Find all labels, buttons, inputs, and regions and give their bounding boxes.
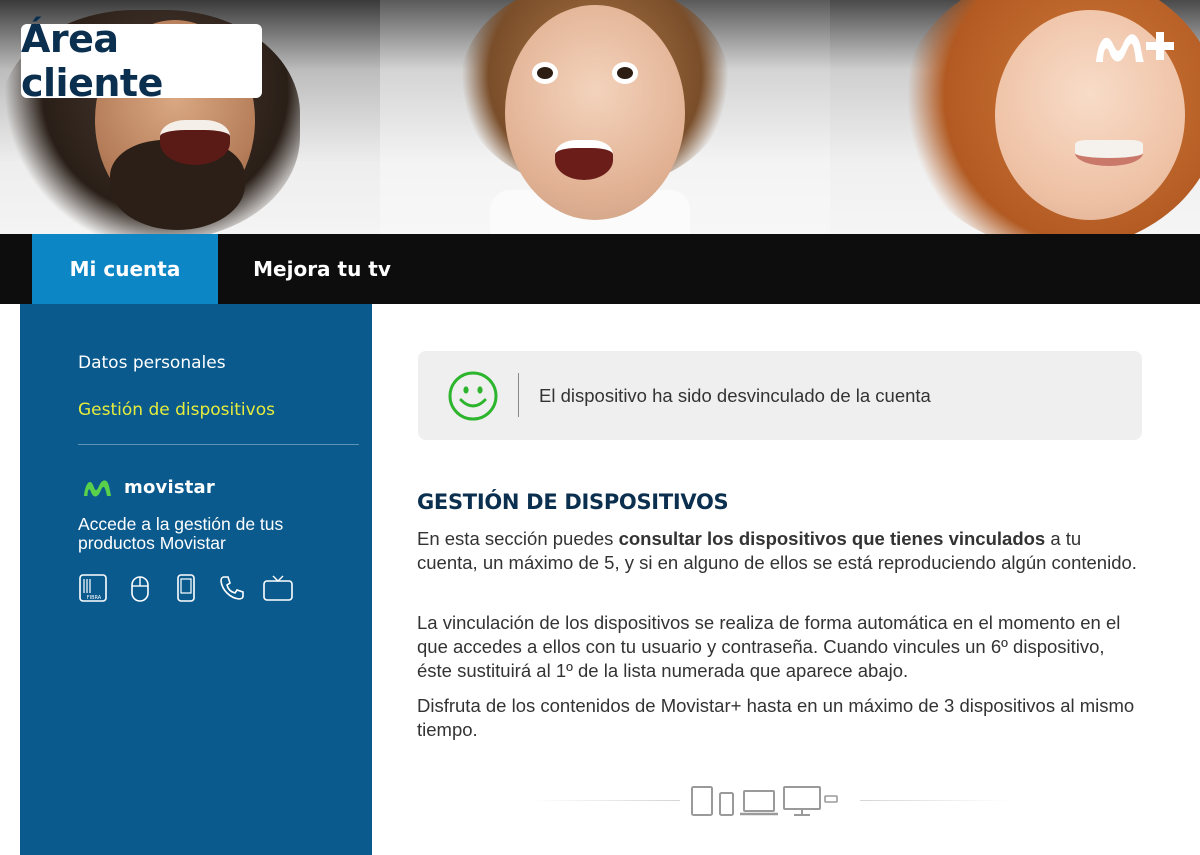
divider-line-left: [530, 800, 680, 801]
face: [505, 5, 685, 220]
hero-banner: Área cliente: [0, 0, 1200, 234]
success-notice: El dispositivo ha sido desvinculado de l…: [418, 351, 1142, 440]
svg-text:FIBRA: FIBRA: [87, 595, 102, 601]
movistar-brand-text: movistar: [124, 476, 215, 498]
notice-message: El dispositivo ha sido desvinculado de l…: [539, 385, 931, 406]
section-title: GESTIÓN DE DISPOSITIVOS: [417, 490, 729, 514]
notice-separator: [518, 373, 519, 417]
eye: [612, 62, 638, 84]
phone-icon[interactable]: [216, 572, 248, 604]
fibra-icon[interactable]: FIBRA: [78, 572, 110, 604]
eye: [532, 62, 558, 84]
simultaneous-paragraph: Disfruta de los contenidos de Movistar+ …: [417, 695, 1135, 740]
mouth: [555, 140, 613, 180]
divider-line-right: [860, 800, 1010, 801]
page-title: Área cliente: [21, 17, 163, 105]
sidebar-divider: [78, 444, 359, 445]
mouth: [160, 120, 230, 165]
intro-bold-text: consultar los dispositivos que tienes vi…: [618, 528, 1046, 549]
linking-paragraph: La vinculación de los dispositivos se re…: [417, 612, 1121, 681]
area-cliente-badge: Área cliente: [21, 17, 262, 105]
tab-mi-cuenta[interactable]: Mi cuenta: [32, 234, 218, 304]
movistar-description: Accede a la gestión de tus productos Mov…: [78, 514, 284, 553]
mouth: [1075, 140, 1143, 166]
movistar-plus-logo[interactable]: [1092, 22, 1186, 70]
main-nav: Mi cuenta Mejora tu tv: [0, 234, 1200, 304]
sidebar: Datos personales Gestión de dispositivos…: [20, 304, 372, 855]
mobile-icon[interactable]: [170, 572, 202, 604]
intro-text: En esta sección puedes: [417, 528, 619, 549]
intro-paragraph: En esta sección puedes consultar los dis…: [417, 527, 1137, 575]
smiley-icon: [448, 371, 498, 421]
sidebar-item-datos-personales[interactable]: Datos personales: [78, 353, 226, 373]
movistar-m-icon: [84, 480, 111, 497]
tv-icon[interactable]: [262, 572, 294, 604]
movistar-logo[interactable]: movistar: [82, 476, 215, 498]
tab-mejora-tu-tv[interactable]: Mejora tu tv: [218, 234, 426, 304]
product-icons: FIBRA: [78, 572, 294, 604]
devices-icon: [691, 786, 838, 816]
devices-illustration: [530, 780, 1010, 820]
sidebar-item-gestion-dispositivos[interactable]: Gestión de dispositivos: [78, 400, 275, 420]
mouse-icon[interactable]: [124, 572, 156, 604]
